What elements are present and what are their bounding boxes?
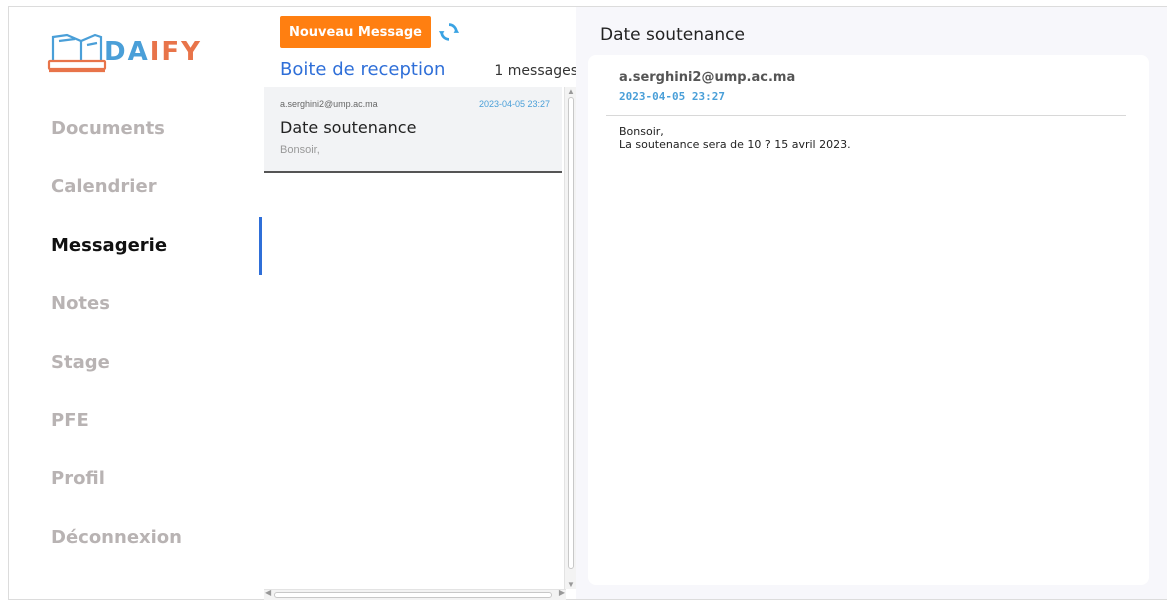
reader-sender: a.serghini2@ump.ac.ma xyxy=(619,70,796,85)
brand-name-part2: IFY xyxy=(149,37,202,67)
active-nav-indicator xyxy=(259,217,262,275)
message-title: Date soutenance xyxy=(600,25,745,45)
vertical-scroll-thumb[interactable] xyxy=(568,97,574,569)
message-body: Bonsoir, La soutenance sera de 10 ? 15 a… xyxy=(619,125,851,151)
message-count: 1 messages xyxy=(494,63,578,79)
new-message-button[interactable]: Nouveau Message xyxy=(280,16,431,48)
message-sender: a.serghini2@ump.ac.ma xyxy=(280,99,378,109)
message-list-panel: Nouveau Message Boite de reception 1 mes… xyxy=(264,7,578,600)
list-item[interactable]: a.serghini2@ump.ac.ma 2023-04-05 23:27 D… xyxy=(264,87,562,173)
sidebar-nav: Documents Calendrier Messagerie Notes St… xyxy=(51,115,182,582)
scroll-down-icon[interactable]: ▼ xyxy=(567,580,575,589)
app-window: DAIFY Documents Calendrier Messagerie No… xyxy=(8,6,1167,600)
scroll-left-icon[interactable]: ◀ xyxy=(265,588,271,597)
message-subject: Date soutenance xyxy=(280,118,417,137)
refresh-icon[interactable] xyxy=(438,21,460,43)
reader-date: 2023-04-05 23:27 xyxy=(619,90,725,103)
inbox-title: Boite de reception xyxy=(280,59,446,80)
scroll-right-icon[interactable]: ▶ xyxy=(559,588,565,597)
reading-pane: Date soutenance a.serghini2@ump.ac.ma 20… xyxy=(576,7,1167,599)
sidebar-item-profil[interactable]: Profil xyxy=(51,465,182,523)
sidebar-item-deconnexion[interactable]: Déconnexion xyxy=(51,524,182,582)
horizontal-scroll-thumb[interactable] xyxy=(274,592,552,598)
message-list: a.serghini2@ump.ac.ma 2023-04-05 23:27 D… xyxy=(264,87,562,587)
divider xyxy=(606,115,1126,116)
horizontal-scrollbar[interactable]: ◀ ▶ xyxy=(264,588,566,600)
sidebar: DAIFY Documents Calendrier Messagerie No… xyxy=(9,7,271,599)
sidebar-item-stage[interactable]: Stage xyxy=(51,349,182,407)
message-preview: Bonsoir, xyxy=(280,144,320,156)
scroll-up-icon[interactable]: ▲ xyxy=(567,87,575,96)
sidebar-item-notes[interactable]: Notes xyxy=(51,290,182,348)
sidebar-item-pfe[interactable]: PFE xyxy=(51,407,182,465)
sidebar-item-messagerie[interactable]: Messagerie xyxy=(51,232,182,290)
brand-name-part1: DA xyxy=(104,37,150,67)
message-card: a.serghini2@ump.ac.ma 2023-04-05 23:27 B… xyxy=(588,55,1149,585)
message-date: 2023-04-05 23:27 xyxy=(478,99,550,109)
brand-name: DAIFY xyxy=(104,37,202,67)
sidebar-item-documents[interactable]: Documents xyxy=(51,115,182,173)
sidebar-item-calendrier[interactable]: Calendrier xyxy=(51,173,182,231)
